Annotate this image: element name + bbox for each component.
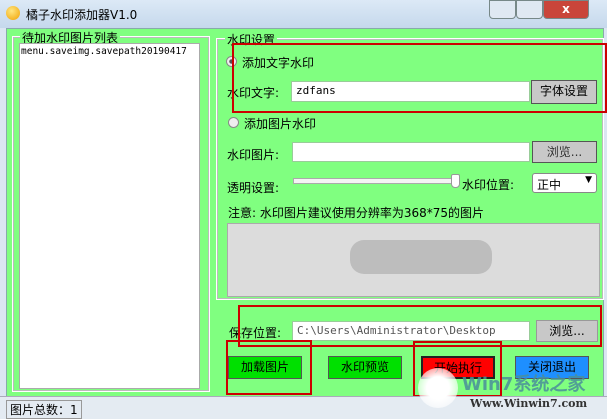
maximize-button[interactable] [516,0,543,19]
preview-button[interactable]: 水印预览 [328,356,402,379]
status-text: 图片总数：1 [6,400,82,419]
watermark-url: Www.Winwin7.com [470,397,588,410]
opacity-slider-track[interactable] [293,178,455,184]
list-item[interactable]: menu.saveimg.savepath20190417 [20,44,199,59]
image-list[interactable]: menu.saveimg.savepath20190417 [19,43,200,389]
window-title: 橘子水印添加器V1.0 [26,8,138,22]
close-button[interactable]: x [543,0,589,19]
image-watermark-radio[interactable] [228,117,239,128]
image-label: 水印图片: [227,148,280,162]
windows-logo-watermark [418,368,458,408]
opacity-label: 透明设置: [227,181,280,195]
blurred-placeholder [350,240,492,274]
chevron-down-icon: ▼ [585,175,592,185]
annotation-box [232,43,607,113]
watermark-brand: Win7系统之家 [462,374,586,395]
position-label: 水印位置: [462,178,515,192]
position-dropdown[interactable]: 正中 ▼ [532,173,597,193]
browse-image-button[interactable]: 浏览... [532,141,597,163]
position-value: 正中 [537,178,562,192]
watermark-image-input[interactable] [292,142,530,162]
title-bar: 橘子水印添加器V1.0 x [0,0,607,28]
image-watermark-label: 添加图片水印 [244,117,317,131]
annotation-box [226,340,312,395]
note-text: 注意: 水印图片建议使用分辨率为368*75的图片 [228,206,485,220]
opacity-slider-thumb[interactable] [451,174,460,188]
app-orange-icon [6,6,20,20]
minimize-button[interactable] [489,0,516,19]
watermark-image-preview [227,223,600,297]
